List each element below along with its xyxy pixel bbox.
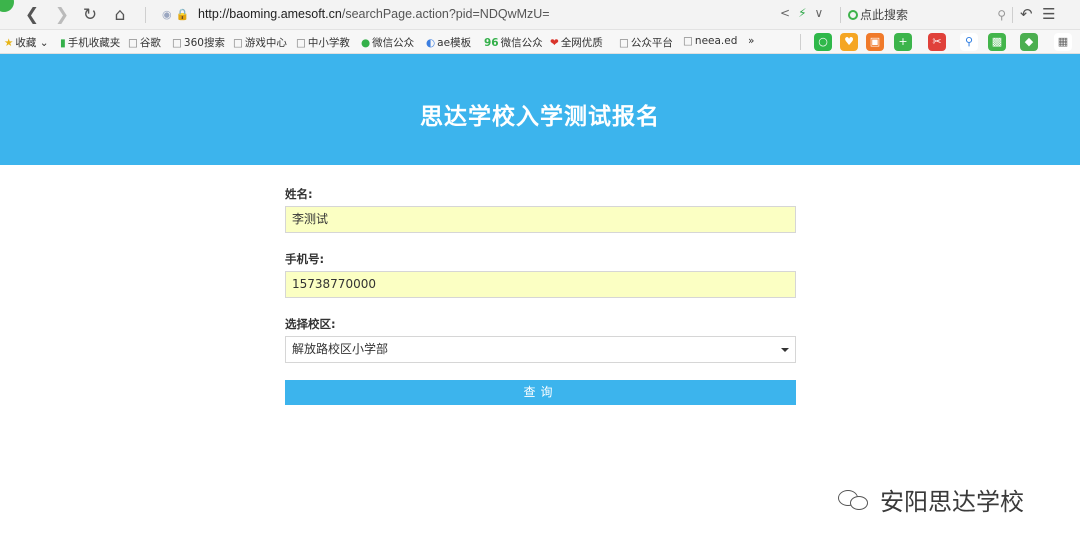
browser-logo-icon <box>0 0 14 12</box>
bookmark-favorites[interactable]: ★ 收藏 ⌄ <box>4 35 49 50</box>
bookmark-quality[interactable]: ❤ 全网优质 <box>550 35 603 50</box>
name-label: 姓名: <box>285 187 313 201</box>
browser-search-input[interactable]: 点此搜索 ⚲ <box>848 6 1006 24</box>
watermark-text: 安阳思达学校 <box>880 488 1024 516</box>
96-icon: 96 <box>484 37 499 49</box>
chevron-down-icon[interactable]: ∨ <box>815 6 824 20</box>
campus-label: 选择校区: <box>285 317 336 331</box>
undo-icon[interactable]: ↶ <box>1020 5 1033 23</box>
wechat-icon <box>836 486 874 514</box>
watermark: 安阳思达学校 <box>836 482 1024 518</box>
lightning-icon[interactable]: ⚡ <box>798 6 806 20</box>
search-placeholder: 点此搜索 <box>860 8 909 22</box>
bookmark-school[interactable]: □ 中小学教 <box>296 35 350 50</box>
heart-icon: ❤ <box>550 37 559 49</box>
page-icon: □ <box>128 37 138 49</box>
page-icon: □ <box>233 37 243 49</box>
menu-icon[interactable]: ☰ <box>1042 5 1055 23</box>
page-icon: □ <box>172 37 182 49</box>
forward-icon[interactable]: ❯ <box>52 5 72 25</box>
security-icon[interactable]: ◉ 🔒 <box>162 8 193 21</box>
ext-search-icon[interactable]: ⚲ <box>960 33 978 51</box>
phone-icon: ▮ <box>60 37 66 49</box>
share-icon[interactable]: < <box>780 6 790 20</box>
bookmark-mobile[interactable]: ▮ 手机收藏夹 <box>60 35 120 50</box>
back-icon[interactable]: ❮ <box>22 5 42 25</box>
home-icon[interactable]: ⌂ <box>110 5 130 25</box>
query-button[interactable]: 查询 <box>285 380 796 405</box>
registration-form: 姓名: 李测试 手机号: 15738770000 选择校区: 解放路校区小学部 … <box>285 186 796 405</box>
bookmark-wechat-1[interactable]: ● 微信公众 <box>361 35 414 50</box>
search-engine-icon[interactable] <box>848 10 858 20</box>
star-icon: ★ <box>4 37 14 49</box>
url-path: /searchPage.action?pid=NDQwMzU= <box>341 7 550 21</box>
address-tools[interactable]: < ⚡ ∨ <box>780 6 831 20</box>
bookmark-platform[interactable]: □ 公众平台 <box>619 35 673 50</box>
bookmark-games[interactable]: □ 游戏中心 <box>233 35 287 50</box>
ext-game-icon[interactable]: ▩ <box>988 33 1006 51</box>
bookmarks-bar: ★ 收藏 ⌄ ▮ 手机收藏夹 □ 谷歌 □ 360搜索 □ 游戏中心 □ 中小学教 ● 微信公… <box>0 30 1080 54</box>
toolbar-right-icons[interactable]: ↶ ☰ <box>1020 5 1056 23</box>
chevron-down-icon <box>781 348 789 352</box>
ext-tv-icon[interactable]: ▣ <box>866 33 884 51</box>
page-icon: □ <box>683 35 693 47</box>
ext-plus-icon[interactable]: + <box>894 33 912 51</box>
page-icon: □ <box>296 37 306 49</box>
ext-heart-icon[interactable]: ♥ <box>840 33 858 51</box>
bookmark-google[interactable]: □ 谷歌 <box>128 35 161 50</box>
page-icon: □ <box>619 37 629 49</box>
ae-icon: ◐ <box>426 37 436 49</box>
phone-input[interactable]: 15738770000 <box>285 271 796 298</box>
ext-grid-icon[interactable]: ▦ <box>1054 33 1072 51</box>
bookmark-neea[interactable]: □ neea.ed <box>683 35 737 47</box>
bookmark-ae[interactable]: ◐ ae模板 <box>426 35 471 50</box>
name-input[interactable]: 李测试 <box>285 206 796 233</box>
browser-toolbar: ❮ ❯ ↻ ⌂ ◉ 🔒 http://baoming.amesoft.cn/sea… <box>0 0 1080 30</box>
page-title: 思达学校入学测试报名 <box>420 104 660 130</box>
bookmark-360[interactable]: □ 360搜索 <box>172 35 225 50</box>
bookmark-wechat-2[interactable]: 96 微信公众 <box>484 35 543 50</box>
address-bar[interactable]: http://baoming.amesoft.cn/searchPage.act… <box>198 7 550 21</box>
wechat-icon: ● <box>361 37 371 49</box>
campus-select[interactable]: 解放路校区小学部 <box>285 336 796 363</box>
bookmark-more[interactable]: » <box>748 35 754 47</box>
campus-selected-value: 解放路校区小学部 <box>292 342 389 356</box>
search-icon[interactable]: ⚲ <box>997 6 1006 24</box>
ext-shield-icon[interactable]: ◆ <box>1020 33 1038 51</box>
phone-label: 手机号: <box>285 252 325 266</box>
ext-scissors-icon[interactable]: ✂ <box>928 33 946 51</box>
refresh-icon[interactable]: ↻ <box>80 5 100 25</box>
page-header: 思达学校入学测试报名 <box>0 54 1080 165</box>
url-host: http://baoming.amesoft.cn <box>198 7 342 21</box>
ext-green-icon[interactable]: ○ <box>814 33 832 51</box>
